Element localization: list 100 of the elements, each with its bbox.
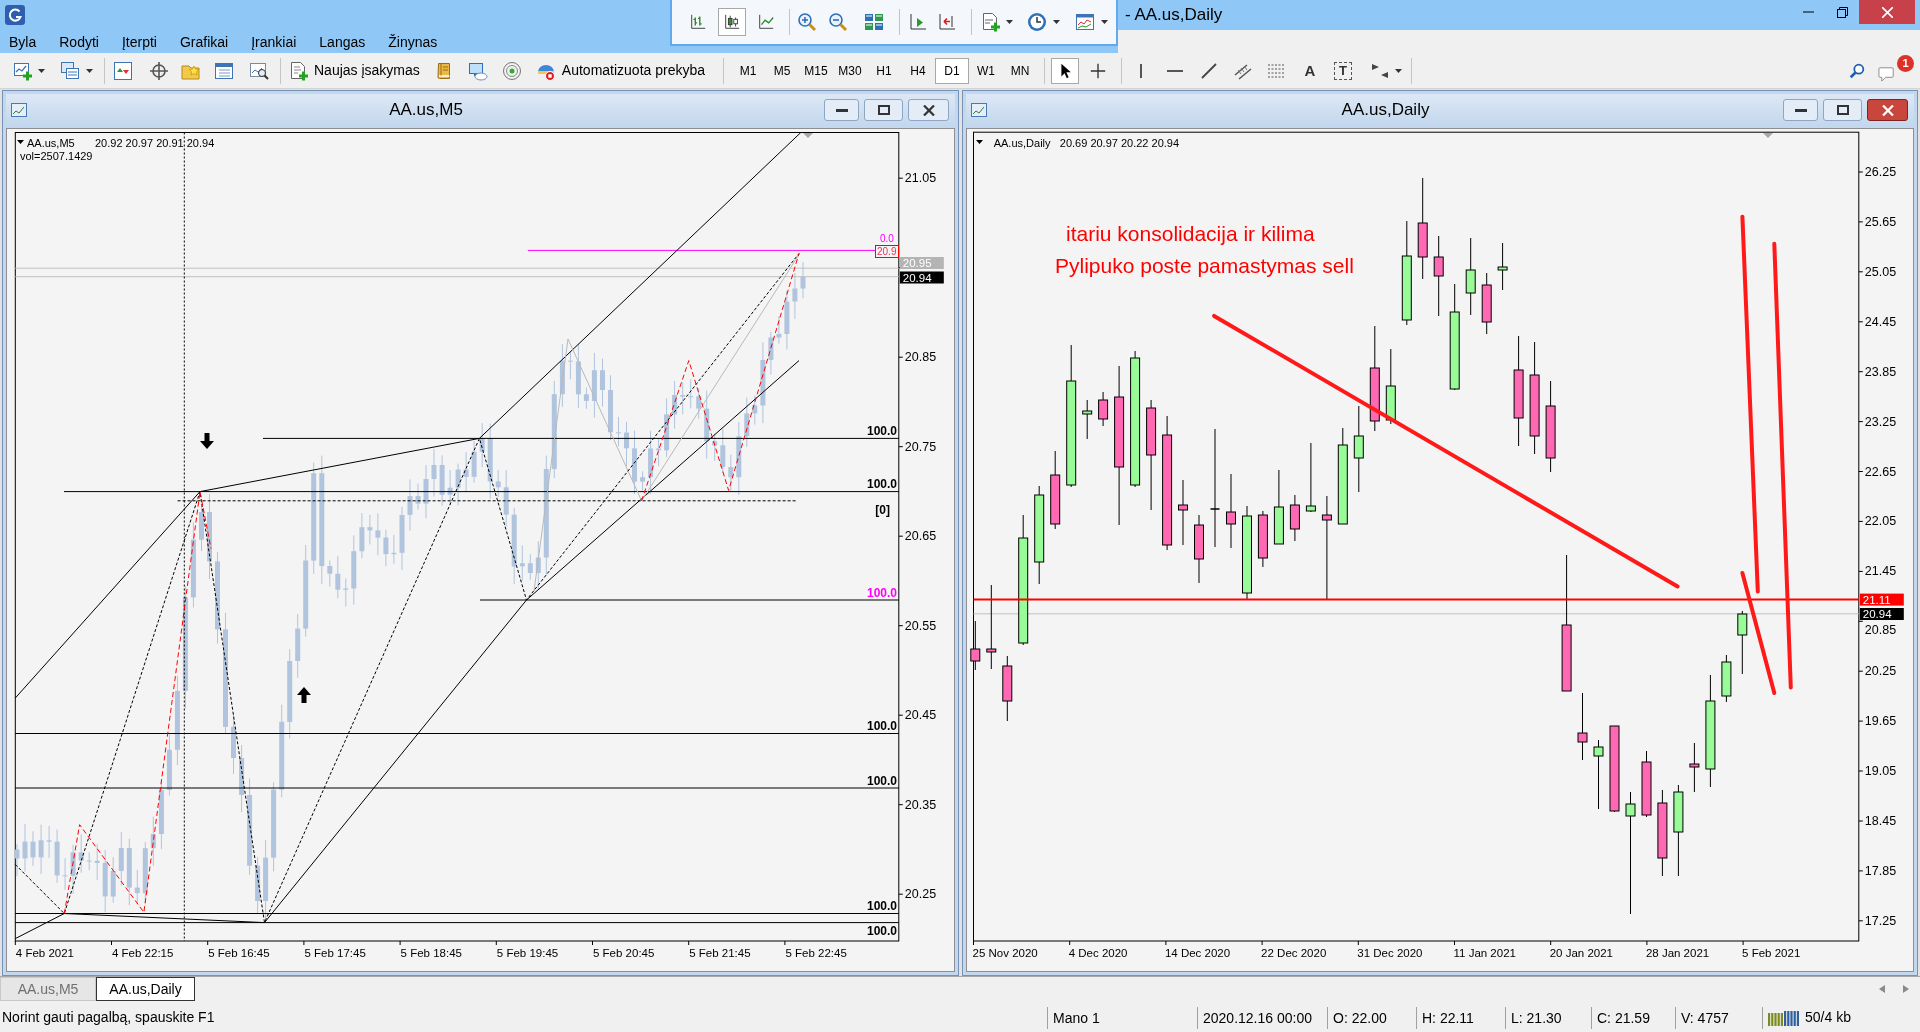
close-button[interactable] (1867, 99, 1908, 121)
zoom-out-icon[interactable] (828, 12, 848, 32)
caret-icon[interactable] (86, 68, 93, 73)
minimize-icon (1794, 108, 1807, 112)
candlestick (1577, 692, 1588, 761)
clock-icon[interactable] (1026, 12, 1048, 32)
timeframe-button[interactable]: M1 (731, 57, 766, 84)
chart-symbol: AA.us,M5 (27, 136, 75, 149)
chart-tab[interactable]: AA.us,M5 (0, 977, 96, 1001)
candlestick (1689, 742, 1700, 793)
menu-item[interactable]: Žinynas (388, 32, 438, 51)
time-label: 5 Feb 21:45 (689, 946, 751, 959)
restore-icon (1836, 6, 1848, 18)
price-label: 20.85 (1864, 622, 1897, 637)
indicator-value: vol=2507.1429 (20, 149, 93, 162)
high-price-label: 20.9 (875, 245, 899, 258)
time-label: 4 Feb 2021 (15, 946, 74, 959)
close-button[interactable] (908, 99, 949, 121)
axis-triangle-icon[interactable] (908, 12, 928, 32)
chart-plus-icon[interactable] (12, 60, 34, 81)
list-window-icon[interactable] (214, 60, 234, 81)
trend-line-icon[interactable] (1199, 60, 1220, 81)
caret-icon[interactable] (1101, 20, 1108, 24)
maximize-button[interactable] (864, 99, 903, 121)
window-title: - AA.us,Daily (1125, 4, 1223, 26)
minimize-icon (835, 108, 848, 112)
document-plus-icon[interactable] (980, 12, 1002, 32)
help-text: Norint gauti pagalbą, spauskite F1 (1, 1008, 216, 1027)
candlestick (1641, 750, 1652, 818)
chart-window-icon[interactable] (10, 102, 28, 118)
timeframe-button[interactable]: D1 (935, 57, 970, 84)
timeframe-button[interactable]: M30 (833, 57, 868, 84)
time-label: 4 Dec 2020 (1068, 946, 1128, 959)
notification-badge[interactable]: 1 (1897, 54, 1914, 72)
menu-item[interactable]: Langas (319, 32, 366, 51)
triangle-icon (976, 140, 983, 144)
timeframe-button[interactable]: M15 (799, 57, 834, 84)
timeframe-button[interactable]: MN (1003, 57, 1038, 84)
menu-item[interactable]: Rodyti (59, 32, 99, 51)
candlestick (1194, 514, 1204, 584)
time-label: 5 Feb 18:45 (400, 946, 462, 959)
menu-item[interactable]: Įterpti (121, 32, 157, 51)
line-chart-window-icon[interactable] (1074, 12, 1096, 32)
timeframe-button[interactable]: W1 (969, 57, 1004, 84)
triangle-marker-icon (1763, 133, 1773, 138)
app-logo-icon[interactable] (5, 5, 25, 25)
line-price-label: 21.11 (1859, 593, 1904, 606)
chart-symbol: AA.us,Daily (993, 136, 1051, 149)
minimize-button[interactable] (824, 99, 859, 121)
text-tool-button[interactable]: A (1302, 60, 1319, 81)
windows-icon[interactable] (59, 60, 81, 81)
zoom-in-icon[interactable] (797, 12, 817, 32)
text-label-tool-button[interactable]: T (1334, 61, 1353, 80)
close-icon (1881, 104, 1894, 116)
caret-icon[interactable] (1395, 68, 1403, 73)
auto-trading-button[interactable]: Automatizuota prekyba (534, 57, 706, 84)
minimize-icon (1802, 11, 1814, 13)
menu-item[interactable]: Įrankiai (251, 32, 297, 51)
candlestick (1257, 510, 1268, 568)
caret-icon[interactable] (38, 68, 45, 73)
menu-item[interactable]: Grafikai (179, 32, 229, 51)
level-label: 100.0 (866, 773, 897, 788)
price-label: 22.05 (1864, 514, 1897, 529)
chart-annotation: itariu konsolidacija ir kilima (1066, 221, 1315, 245)
chart-tab[interactable]: AA.us,Daily (96, 977, 195, 1001)
magnifier-chart-icon[interactable] (249, 60, 269, 81)
crosshair-icon[interactable] (149, 60, 169, 81)
maximize-button[interactable] (1823, 99, 1862, 121)
axis-arrow-icon[interactable] (936, 12, 958, 32)
chart-prices: 20.92 20.97 20.91 20.94 (95, 136, 215, 149)
time-label: 11 Jan 2021 (1453, 946, 1516, 959)
close-icon (1881, 6, 1893, 18)
time-label: 5 Feb 16:45 (208, 946, 270, 959)
chart-window-icon[interactable] (970, 102, 988, 118)
caret-icon[interactable] (1006, 20, 1013, 24)
level-label: 0.0 (880, 232, 894, 244)
up-down-arrows-icon[interactable] (113, 60, 133, 81)
status-field: H: 22.11 (1416, 1006, 1505, 1029)
traffic-text: 50/4 kb (1805, 1008, 1851, 1027)
target-icon[interactable] (501, 60, 522, 81)
scroll-right-icon[interactable] (1903, 985, 1909, 993)
candlestick (1721, 654, 1732, 703)
timeframe-button[interactable]: H4 (901, 57, 936, 84)
timeframe-button[interactable]: M5 (765, 57, 800, 84)
window-title: AA.us,M5 (388, 100, 464, 120)
menu-item[interactable]: Byla (9, 32, 37, 51)
timeframe-button[interactable]: H1 (867, 57, 902, 84)
new-order-button[interactable]: Naujas įsakymas (289, 57, 420, 84)
scroll-left-icon[interactable] (1879, 985, 1885, 993)
price-label: 20.35 (904, 797, 937, 812)
search-icon[interactable] (1848, 61, 1866, 80)
time-label: 5 Feb 19:45 (496, 946, 559, 959)
four-tiles-icon[interactable] (862, 12, 886, 32)
candlestick-icon[interactable] (718, 8, 746, 36)
caret-icon[interactable] (1053, 20, 1060, 24)
maximize-icon (1836, 105, 1849, 115)
time-label: 5 Feb 22:45 (785, 946, 847, 959)
time-label: 20 Jan 2021 (1549, 946, 1613, 959)
monitor-cloud-icon[interactable] (466, 60, 489, 81)
minimize-button[interactable] (1783, 99, 1818, 121)
